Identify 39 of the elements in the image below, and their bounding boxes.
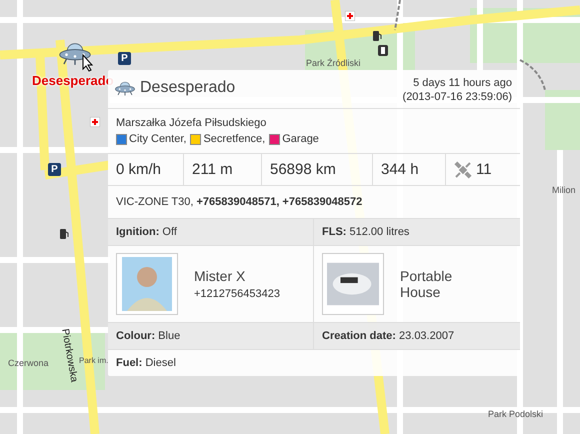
street-label: Park im.: [79, 356, 108, 365]
fuel-pump-icon: [372, 30, 382, 41]
driver-name: Mister X: [194, 268, 246, 284]
phone-number: +1212756453423: [194, 288, 280, 300]
stat-value: 344 h: [381, 161, 419, 178]
info-sign-icon: [378, 45, 388, 56]
street-label: Park Źródliski: [306, 58, 361, 68]
fuel-pump-icon: [59, 228, 69, 239]
driver-photo: [116, 253, 178, 315]
mouse-pointer-icon: [82, 54, 94, 72]
detail-field: Creation date: 23.03.2007: [314, 323, 520, 349]
timestamp: (2013-07-16 23:59:06): [402, 90, 512, 104]
hospital-icon: [90, 117, 100, 127]
zone-name: Garage: [282, 132, 319, 147]
parking-sign: P: [48, 163, 61, 176]
street-label: Milion: [552, 185, 576, 195]
detail-field: Colour: Blue: [108, 323, 314, 349]
vehicle-model: Portable House: [400, 268, 454, 300]
stat-value: 211 m: [192, 161, 233, 178]
vehicle-photo: [322, 253, 384, 315]
vehicle-label[interactable]: Desesperado: [32, 73, 114, 88]
street-label: Park Podolski: [488, 409, 544, 419]
zone-name: Secretfence,: [203, 132, 266, 147]
time-ago: 5 days 11 hours ago: [412, 76, 512, 90]
detail-field: Fuel: Diesel: [116, 357, 176, 369]
zone-name: City Center,: [129, 132, 186, 147]
street-label: Czerwona: [8, 358, 49, 368]
satellite-count: 11: [476, 161, 492, 178]
hospital-icon: [345, 11, 355, 21]
stat-value: 56898 km: [270, 161, 336, 178]
satellite-icon: [454, 160, 472, 178]
vehicle-name: Desesperado: [140, 79, 236, 97]
detail-field: FLS: 512.00 litres: [314, 219, 520, 245]
detail-field: Ignition: Off: [108, 219, 314, 245]
street-label: Piotrkowska: [59, 328, 80, 383]
address: Marszałka Józefa Piłsudskiego: [116, 116, 268, 131]
parking-sign: P: [118, 52, 131, 65]
stat-value: 0 km/h: [116, 161, 162, 178]
ufo-icon: [114, 80, 136, 96]
